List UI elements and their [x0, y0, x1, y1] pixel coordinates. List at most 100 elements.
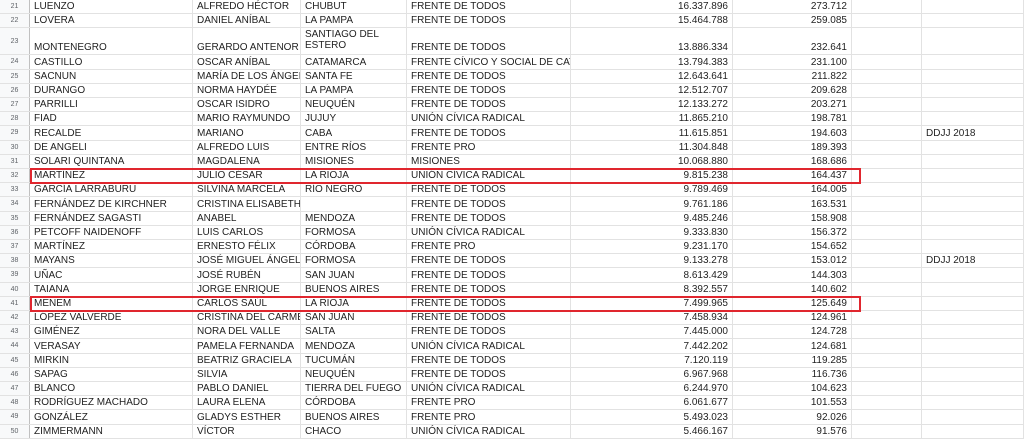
cell-value-1[interactable]: 9.789.469 — [571, 183, 733, 197]
row-number[interactable]: 38 — [0, 254, 30, 268]
table-row[interactable]: 21 LUENZO ALFREDO HÉCTOR CHUBUT FRENTE DE TO… — [0, 0, 1024, 15]
cell-party[interactable]: FRENTE DE TODOS — [407, 268, 571, 282]
table-row[interactable]: 43 GIMÉNEZ NORA DEL VALLE SALTA FRENTE DE TO… — [0, 325, 1024, 340]
cell-surname[interactable]: ZIMMERMANN — [30, 424, 193, 438]
cell-party[interactable]: UNIÓN CÍVICA RADICAL — [407, 339, 571, 353]
table-row[interactable]: 38 MAYANS JOSÉ MIGUEL ÁNGEL FORMOSA FRENTE D… — [0, 254, 1024, 269]
cell-empty[interactable] — [852, 382, 922, 396]
cell-party[interactable]: FRENTE DE TODOS — [407, 69, 571, 83]
cell-value-2[interactable]: 194.603 — [733, 126, 852, 140]
cell-empty[interactable] — [852, 140, 922, 154]
cell-value-1[interactable]: 9.485.246 — [571, 211, 733, 225]
cell-party[interactable]: FRENTE DE TODOS — [407, 83, 571, 97]
cell-value-1[interactable]: 9.333.830 — [571, 225, 733, 239]
cell-note[interactable] — [922, 69, 1024, 83]
table-row[interactable]: 34 FERNÁNDEZ DE KIRCHNER CRISTINA ELISABET… — [0, 197, 1024, 212]
cell-name[interactable]: LAURA ELENA — [193, 396, 301, 410]
cell-party[interactable]: FRENTE DE TODOS — [407, 14, 571, 28]
row-number[interactable]: 23 — [0, 28, 30, 55]
cell-value-1[interactable]: 12.512.707 — [571, 83, 733, 97]
cell-name[interactable]: MARIANO — [193, 126, 301, 140]
cell-name[interactable]: MARÍA DE LOS ÁNGELES — [193, 69, 301, 83]
cell-empty[interactable] — [852, 396, 922, 410]
cell-surname[interactable]: MONTENEGRO — [30, 28, 193, 55]
cell-value-2[interactable]: 203.271 — [733, 98, 852, 112]
cell-name[interactable]: ALFREDO LUIS — [193, 140, 301, 154]
cell-value-2[interactable]: 273.712 — [733, 0, 852, 14]
cell-party[interactable]: FRENTE DE TODOS — [407, 311, 571, 325]
cell-party[interactable]: UNIÓN CÍVICA RADICAL — [407, 225, 571, 239]
cell-surname[interactable]: BLANCO — [30, 382, 193, 396]
cell-party[interactable]: UNIÓN CÍVICA RADICAL — [407, 424, 571, 438]
table-row[interactable]: 37 MARTÍNEZ ERNESTO FÉLIX CÓRDOBA FRENTE PRO… — [0, 240, 1024, 255]
cell-note[interactable] — [922, 339, 1024, 353]
cell-value-2[interactable]: 189.393 — [733, 140, 852, 154]
table-row[interactable]: 23 MONTENEGRO GERARDO ANTENOR SANTIAGO DEL … — [0, 28, 1024, 56]
cell-note[interactable] — [922, 83, 1024, 97]
cell-value-1[interactable]: 16.337.896 — [571, 0, 733, 14]
cell-surname[interactable]: SAPAG — [30, 367, 193, 381]
cell-province[interactable]: FORMOSA — [301, 254, 407, 268]
cell-empty[interactable] — [852, 69, 922, 83]
cell-name[interactable]: ANABEL — [193, 211, 301, 225]
cell-value-1[interactable]: 9.815.238 — [571, 169, 733, 183]
cell-surname[interactable]: UÑAC — [30, 268, 193, 282]
cell-value-2[interactable]: 156.372 — [733, 225, 852, 239]
table-row[interactable]: 32 MARTÍNEZ JULIO CÉSAR LA RIOJA UNIÓN CÍVIC… — [0, 169, 1024, 184]
cell-empty[interactable] — [852, 98, 922, 112]
cell-empty[interactable] — [852, 339, 922, 353]
cell-name[interactable]: NORMA HAYDÉE — [193, 83, 301, 97]
cell-value-2[interactable]: 104.623 — [733, 382, 852, 396]
cell-province[interactable]: SANTA FE — [301, 69, 407, 83]
cell-province[interactable]: ENTRE RÍOS — [301, 140, 407, 154]
row-number[interactable]: 29 — [0, 126, 30, 140]
cell-party[interactable]: FRENTE PRO — [407, 396, 571, 410]
cell-province[interactable]: MENDOZA — [301, 211, 407, 225]
cell-name[interactable]: CRISTINA DEL CARMEN — [193, 311, 301, 325]
cell-empty[interactable] — [852, 282, 922, 296]
cell-party[interactable]: MISIONES — [407, 154, 571, 168]
row-number[interactable]: 43 — [0, 325, 30, 339]
cell-name[interactable]: JOSÉ RUBÉN — [193, 268, 301, 282]
cell-name[interactable]: BEATRIZ GRACIELA — [193, 353, 301, 367]
table-row[interactable]: 50 ZIMMERMANN VÍCTOR CHACO UNIÓN CÍVICA RADI… — [0, 424, 1024, 439]
cell-note[interactable] — [922, 140, 1024, 154]
cell-note[interactable] — [922, 296, 1024, 310]
row-number[interactable]: 30 — [0, 140, 30, 154]
cell-province[interactable]: RÍO NEGRO — [301, 183, 407, 197]
cell-value-1[interactable]: 12.643.641 — [571, 69, 733, 83]
row-number[interactable]: 41 — [0, 296, 30, 310]
cell-province[interactable]: CATAMARCA — [301, 55, 407, 69]
cell-value-2[interactable]: 232.641 — [733, 28, 852, 55]
cell-value-1[interactable]: 7.442.202 — [571, 339, 733, 353]
cell-value-2[interactable]: 92.026 — [733, 410, 852, 424]
cell-value-1[interactable]: 13.794.383 — [571, 55, 733, 69]
cell-province[interactable]: BUENOS AIRES — [301, 282, 407, 296]
cell-name[interactable]: NORA DEL VALLE — [193, 325, 301, 339]
cell-name[interactable]: JORGE ENRIQUE — [193, 282, 301, 296]
row-number[interactable]: 27 — [0, 98, 30, 112]
cell-party[interactable]: UNIÓN CÍVICA RADICAL — [407, 112, 571, 126]
cell-name[interactable]: JOSÉ MIGUEL ÁNGEL — [193, 254, 301, 268]
table-row[interactable]: 35 FERNÁNDEZ SAGASTI ANABEL MENDOZA FRENTE D… — [0, 211, 1024, 226]
row-number[interactable]: 26 — [0, 83, 30, 97]
cell-surname[interactable]: RODRÍGUEZ MACHADO — [30, 396, 193, 410]
row-number[interactable]: 48 — [0, 396, 30, 410]
row-number[interactable]: 37 — [0, 240, 30, 254]
cell-value-2[interactable]: 164.437 — [733, 169, 852, 183]
cell-province[interactable]: BUENOS AIRES — [301, 410, 407, 424]
cell-name[interactable]: MARIO RAYMUNDO — [193, 112, 301, 126]
row-number[interactable]: 25 — [0, 69, 30, 83]
cell-note[interactable] — [922, 197, 1024, 211]
cell-value-1[interactable]: 6.967.968 — [571, 367, 733, 381]
cell-province[interactable]: CABA — [301, 126, 407, 140]
table-row[interactable]: 25SACNUNMARÍA DE LOS ÁNGELESSANTA FEFREN… — [0, 69, 1024, 84]
cell-note[interactable] — [922, 28, 1024, 55]
cell-note[interactable] — [922, 14, 1024, 28]
cell-name[interactable]: OSCAR ISIDRO — [193, 98, 301, 112]
cell-empty[interactable] — [852, 268, 922, 282]
cell-surname[interactable]: RECALDE — [30, 126, 193, 140]
cell-party[interactable]: FRENTE DE TODOS — [407, 183, 571, 197]
cell-province[interactable]: JUJUY — [301, 112, 407, 126]
cell-party[interactable]: UNIÓN CÍVICA RADICAL — [407, 382, 571, 396]
